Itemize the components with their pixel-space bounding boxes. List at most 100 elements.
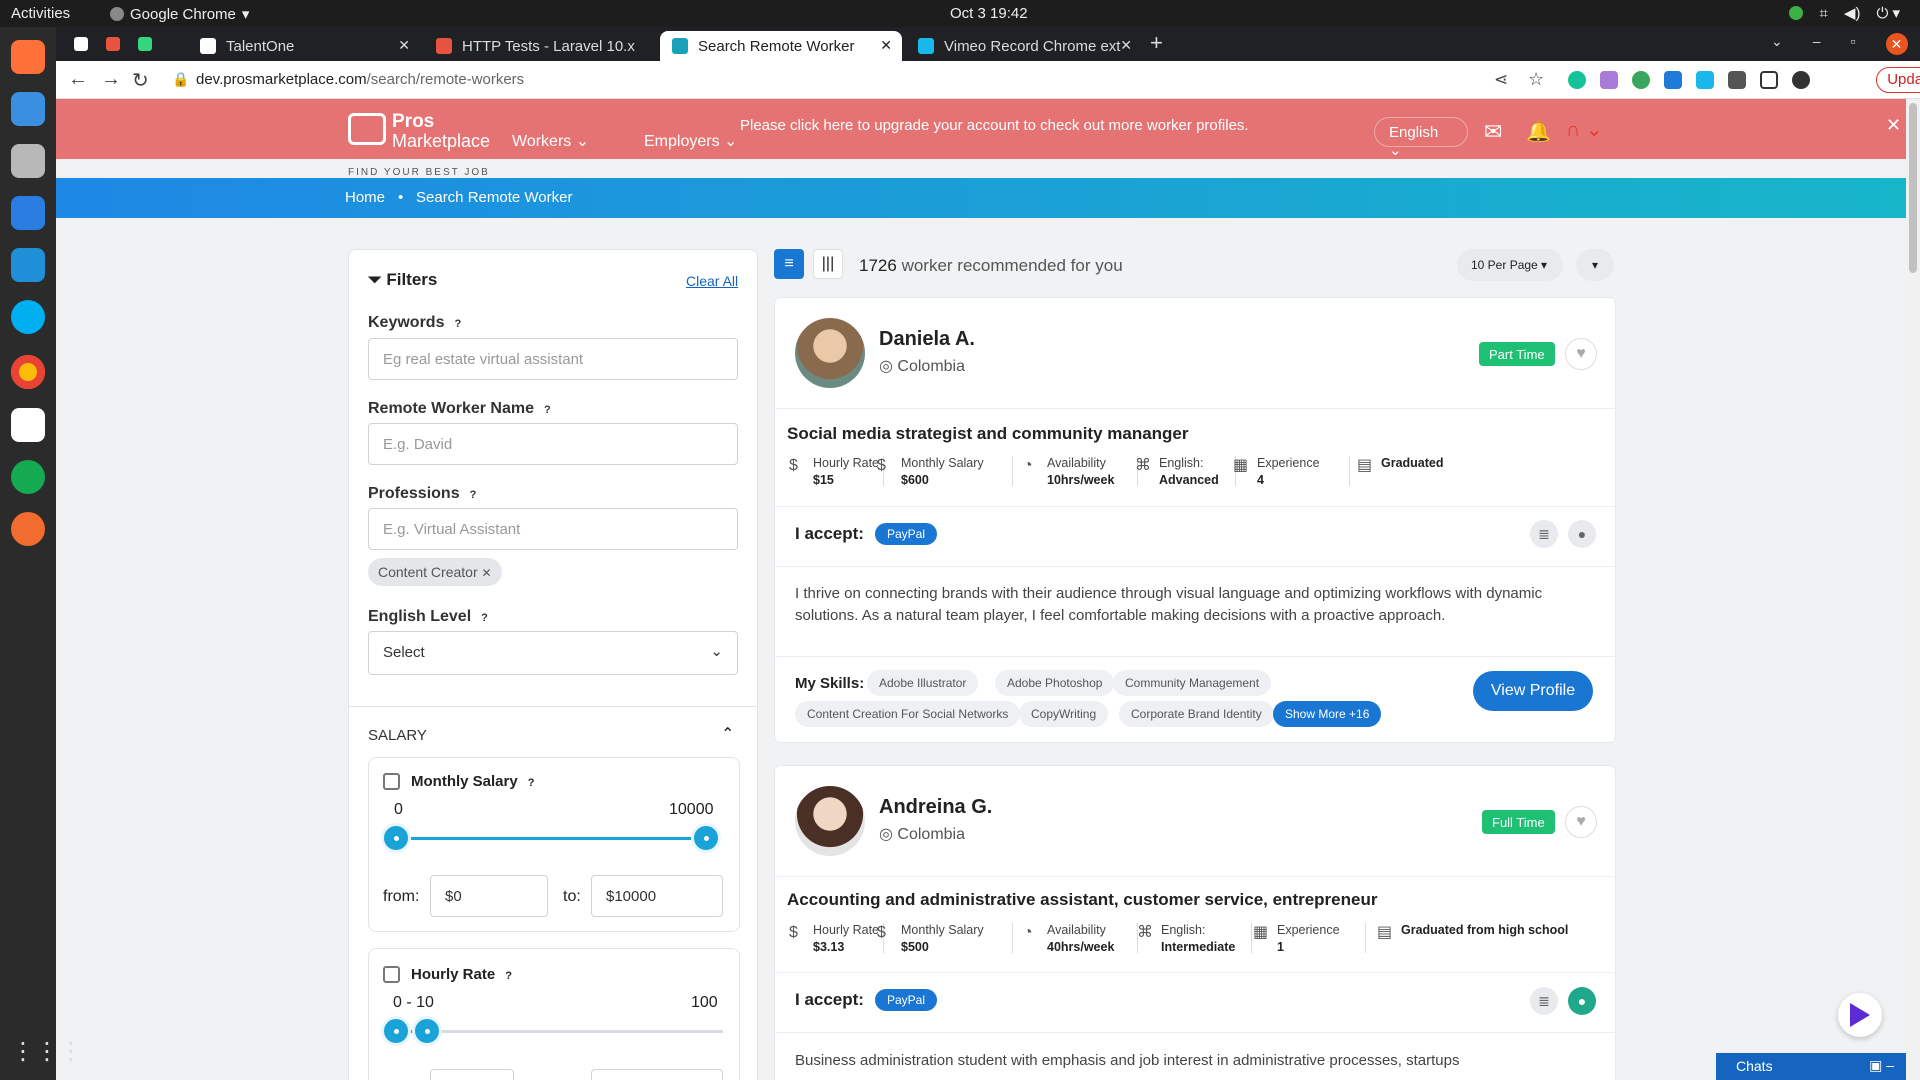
hourly-to-input[interactable] — [591, 1069, 723, 1080]
grid-view-button[interactable]: ||| — [813, 249, 843, 279]
grammarly-icon[interactable] — [1568, 71, 1586, 89]
extension-icon[interactable] — [1632, 71, 1650, 89]
keywords-input[interactable]: Eg real estate virtual assistant — [368, 338, 738, 380]
lock-icon[interactable]: 🔒 — [172, 71, 189, 88]
monthly-salary-checkbox[interactable] — [383, 773, 400, 790]
files-icon[interactable] — [11, 144, 45, 178]
sort-dropdown[interactable]: ▾ — [1576, 249, 1614, 281]
tab-talentone[interactable]: TalentOne ✕ — [188, 31, 420, 61]
share-icon[interactable]: ⋖ — [1494, 70, 1508, 90]
results-count-text: worker recommended for you — [901, 256, 1123, 275]
remote-worker-name-input[interactable]: E.g. David — [368, 423, 738, 465]
mongodb-icon[interactable] — [11, 460, 45, 494]
clock[interactable]: Oct 3 19:42 — [950, 5, 1028, 22]
hourly-slider-min-handle[interactable] — [381, 1016, 411, 1046]
menu-employers[interactable]: Employers ⌄ — [644, 131, 737, 151]
remove-chip-icon[interactable]: ✕ — [482, 566, 492, 580]
help-icon[interactable]: ? — [481, 612, 488, 624]
url-field[interactable]: dev.prosmarketplace.com/search/remote-wo… — [196, 71, 524, 88]
pinned-tab-icon[interactable] — [106, 37, 120, 51]
side-panel-icon[interactable] — [1760, 71, 1778, 89]
postman-icon[interactable] — [11, 512, 45, 546]
per-page-select[interactable]: 10 Per Page ▾ — [1457, 249, 1563, 281]
close-tab-icon[interactable]: ✕ — [880, 37, 892, 54]
tab-search-remote-worker[interactable]: Search Remote Worker ✕ — [660, 31, 902, 61]
person-icon[interactable]: ● — [1568, 520, 1596, 548]
hourly-slider-track[interactable] — [401, 1030, 723, 1033]
forward-icon[interactable]: → — [101, 68, 121, 91]
app-grid-icon[interactable]: ⋮⋮⋮ — [11, 1037, 83, 1071]
chat-controls-icon[interactable]: ▣ – — [1869, 1057, 1894, 1074]
firefox-icon[interactable] — [11, 40, 45, 74]
breadcrumb-home[interactable]: Home — [345, 189, 385, 206]
worker-name[interactable]: Daniela A. — [879, 328, 975, 351]
pinned-tab-icon[interactable] — [138, 37, 152, 51]
help-icon[interactable]: ? — [528, 777, 535, 789]
message-icon[interactable]: ≣ — [1530, 520, 1558, 548]
text-editor-icon[interactable] — [11, 408, 45, 442]
hourly-from-input[interactable] — [430, 1069, 514, 1080]
list-view-button[interactable]: ≡ — [774, 249, 804, 279]
profile-avatar[interactable] — [1792, 71, 1810, 89]
extensions-puzzle-icon[interactable] — [1728, 71, 1746, 89]
chats-bar[interactable]: Chats ▣ – — [1716, 1053, 1906, 1080]
help-icon[interactable]: ? — [505, 970, 512, 982]
close-tab-icon[interactable]: ✕ — [1120, 37, 1132, 54]
reload-icon[interactable]: ↻ — [132, 68, 149, 93]
monthly-to-input[interactable]: $10000 — [591, 875, 723, 917]
app-menu[interactable]: Google Chrome ▾ — [110, 5, 249, 23]
skype-icon[interactable] — [11, 300, 45, 334]
bookmark-star-icon[interactable]: ☆ — [1528, 69, 1544, 90]
profession-chip[interactable]: Content Creator ✕ — [368, 558, 502, 586]
professions-input[interactable]: E.g. Virtual Assistant — [368, 508, 738, 550]
chrome-dock-icon[interactable] — [11, 355, 45, 389]
hourly-slider-max-handle[interactable] — [412, 1016, 442, 1046]
close-tab-icon[interactable]: ✕ — [398, 37, 410, 54]
favorite-heart-icon[interactable]: ♥ — [1565, 338, 1597, 370]
page-scrollbar[interactable] — [1906, 99, 1920, 1080]
worker-name[interactable]: Andreina G. — [879, 796, 992, 819]
system-tray[interactable]: ⌗ ◀) ⏻ ▾ — [1789, 4, 1900, 22]
chat-widget-logo-icon[interactable] — [1838, 993, 1882, 1037]
message-icon[interactable]: ≣ — [1530, 987, 1558, 1015]
extension-icon[interactable] — [1600, 71, 1618, 89]
worker-avatar[interactable] — [795, 786, 865, 856]
thunderbird-icon[interactable] — [11, 92, 45, 126]
scrollbar-thumb[interactable] — [1909, 103, 1917, 273]
vimeo-extension-icon[interactable] — [1696, 71, 1714, 89]
extension-icon[interactable] — [1664, 71, 1682, 89]
menu-workers[interactable]: Workers ⌄ — [512, 131, 589, 151]
person-icon[interactable]: ● — [1568, 987, 1596, 1015]
writer-icon[interactable] — [11, 196, 45, 230]
language-select[interactable]: English ⌄ — [1374, 117, 1468, 159]
bell-icon[interactable]: 🔔 — [1526, 119, 1551, 144]
help-icon[interactable]: ? — [454, 318, 461, 330]
help-icon[interactable]: ? — [470, 489, 477, 501]
clear-all-link[interactable]: Clear All — [686, 273, 738, 289]
hourly-rate-checkbox[interactable] — [383, 966, 400, 983]
view-profile-button[interactable]: View Profile — [1473, 671, 1593, 711]
collapse-chevron-icon[interactable]: ⌃ — [721, 724, 734, 744]
mail-icon[interactable]: ✉ — [1484, 119, 1502, 145]
new-tab-button[interactable]: + — [1150, 30, 1163, 56]
user-menu-icon[interactable]: ∩ ⌄ — [1566, 117, 1603, 142]
window-controls[interactable]: ⌄ – ▫ ✕ — [1771, 33, 1908, 55]
monthly-slider-max-handle[interactable] — [691, 823, 721, 853]
monthly-slider-track[interactable] — [401, 837, 705, 840]
worker-avatar[interactable] — [795, 318, 865, 388]
tab-vimeo[interactable]: Vimeo Record Chrome ext ✕ — [906, 31, 1142, 61]
help-icon[interactable]: ? — [544, 404, 551, 416]
show-more-skills-button[interactable]: Show More +16 — [1273, 701, 1382, 727]
monthly-slider-min-handle[interactable] — [381, 823, 411, 853]
english-level-select[interactable]: Select ⌄ — [368, 631, 738, 675]
activities-button[interactable]: Activities — [11, 5, 70, 22]
monthly-from-input[interactable]: $0 — [430, 875, 548, 917]
update-button[interactable]: Update ⋮ — [1876, 67, 1920, 93]
pinned-tabs[interactable] — [74, 37, 152, 51]
upgrade-message[interactable]: Please click here to upgrade your accoun… — [740, 117, 1249, 134]
back-icon[interactable]: ← — [68, 68, 88, 91]
vscode-icon[interactable] — [11, 248, 45, 282]
favorite-heart-icon[interactable]: ♥ — [1565, 806, 1597, 838]
close-alert-icon[interactable]: ✕ — [1886, 115, 1901, 136]
pinned-tab-icon[interactable] — [74, 37, 88, 51]
